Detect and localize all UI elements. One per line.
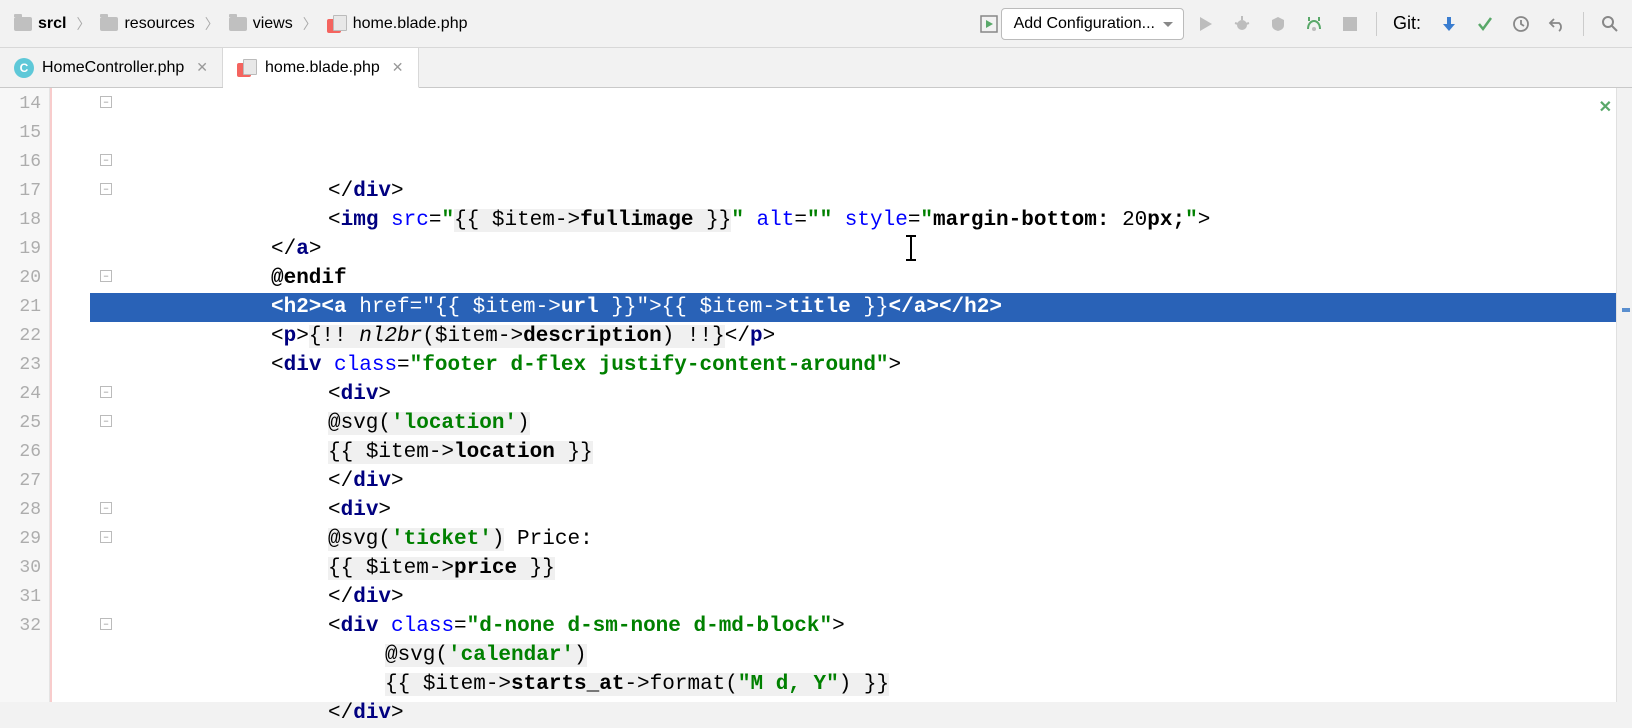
line-number[interactable]: 26 — [0, 438, 49, 467]
git-commit-icon[interactable] — [1471, 10, 1499, 38]
line-number[interactable]: 32 — [0, 612, 49, 641]
code-line[interactable]: @svg('location') — [90, 409, 1616, 438]
code-area[interactable]: ✕ </div><img src="{{ $item->fullimage }}… — [90, 88, 1616, 702]
close-icon[interactable]: ✕ — [392, 59, 404, 76]
line-number[interactable]: 23 — [0, 351, 49, 380]
code-line[interactable]: @svg('calendar') — [90, 641, 1616, 670]
breadcrumb-item[interactable]: home.blade.php — [321, 13, 474, 35]
line-number[interactable]: 14 — [0, 90, 49, 119]
line-number[interactable]: 20 — [0, 264, 49, 293]
code-line[interactable]: @endif — [90, 264, 1616, 293]
line-number[interactable]: 25 — [0, 409, 49, 438]
close-icon[interactable]: ✕ — [196, 59, 208, 76]
line-number[interactable]: 15 — [0, 119, 49, 148]
marks-column: −−−−−−−−−− — [50, 88, 90, 702]
code-editor: 14151617181920212223242526272829303132 −… — [0, 88, 1632, 702]
code-line[interactable]: {{ $item->starts_at->format("M d, Y") }} — [90, 670, 1616, 699]
folder-icon — [100, 17, 118, 31]
code-line[interactable]: {{ $item->location }} — [90, 438, 1616, 467]
breadcrumb-item[interactable]: views — [223, 13, 299, 35]
php-class-icon: C — [14, 58, 34, 78]
code-line[interactable]: <p>{!! nl2br($item->description) !!}</p> — [90, 322, 1616, 351]
code-line[interactable]: </div> — [90, 467, 1616, 496]
line-number[interactable]: 18 — [0, 206, 49, 235]
text-cursor — [910, 235, 912, 261]
code-line[interactable]: </div> — [90, 699, 1616, 728]
line-number[interactable]: 19 — [0, 235, 49, 264]
chevron-right-icon: 〉 — [205, 14, 219, 34]
code-line[interactable]: <div class="footer d-flex justify-conten… — [90, 351, 1616, 380]
code-line[interactable]: </a> — [90, 235, 1616, 264]
code-line[interactable]: <div> — [90, 496, 1616, 525]
editor-tabs: C HomeController.php ✕ home.blade.php ✕ — [0, 48, 1632, 88]
breadcrumb-label: views — [253, 15, 293, 33]
top-toolbar: srcl 〉 resources 〉 views 〉 home.blade.php Add … — [0, 0, 1632, 48]
code-line[interactable]: @svg('ticket') Price: — [90, 525, 1616, 554]
debug-icon[interactable] — [1228, 10, 1256, 38]
line-number[interactable]: 31 — [0, 583, 49, 612]
scrollbar[interactable] — [1616, 88, 1632, 702]
separator — [1583, 12, 1584, 36]
breadcrumb: srcl 〉 resources 〉 views 〉 home.blade.php — [8, 13, 474, 35]
code-line[interactable]: <h2><a href="{{ $item->url }}">{{ $item-… — [90, 293, 1616, 322]
code-line[interactable]: {{ $item->price }} — [90, 554, 1616, 583]
blade-file-icon — [327, 15, 347, 33]
breadcrumb-label: srcl — [38, 15, 66, 33]
toolbar-right: Add Configuration... Git: — [977, 8, 1624, 40]
code-line[interactable]: </div> — [90, 177, 1616, 206]
history-icon[interactable] — [1507, 10, 1535, 38]
breadcrumb-label: resources — [124, 15, 194, 33]
line-number[interactable]: 22 — [0, 322, 49, 351]
chevron-right-icon: 〉 — [76, 14, 90, 34]
tab-label: HomeController.php — [42, 59, 184, 77]
stop-icon[interactable] — [1336, 10, 1364, 38]
rollback-icon[interactable] — [1543, 10, 1571, 38]
folder-icon — [14, 17, 32, 31]
separator — [1376, 12, 1377, 36]
editor-tab[interactable]: C HomeController.php ✕ — [0, 48, 223, 87]
line-number[interactable]: 16 — [0, 148, 49, 177]
line-number[interactable]: 27 — [0, 467, 49, 496]
run-config-select[interactable]: Add Configuration... — [1001, 8, 1184, 40]
chevron-right-icon: 〉 — [303, 14, 317, 34]
git-label: Git: — [1393, 13, 1421, 34]
run-icon[interactable] — [1192, 10, 1220, 38]
git-update-icon[interactable] — [1435, 10, 1463, 38]
editor-tab[interactable]: home.blade.php ✕ — [223, 48, 419, 88]
line-number[interactable]: 24 — [0, 380, 49, 409]
breadcrumb-label: home.blade.php — [353, 15, 468, 33]
code-line[interactable]: <img src="{{ $item->fullimage }}" alt=""… — [90, 206, 1616, 235]
gutter[interactable]: 14151617181920212223242526272829303132 — [0, 88, 50, 702]
code-line[interactable]: <div class="d-none d-sm-none d-md-block"… — [90, 612, 1616, 641]
coverage-icon[interactable] — [1264, 10, 1292, 38]
line-number[interactable]: 30 — [0, 554, 49, 583]
search-icon[interactable] — [1596, 10, 1624, 38]
profile-icon[interactable] — [1300, 10, 1328, 38]
blade-file-icon — [237, 59, 257, 77]
line-number[interactable]: 29 — [0, 525, 49, 554]
inspection-close-icon[interactable]: ✕ — [1599, 94, 1612, 123]
folder-icon — [229, 17, 247, 31]
run-target-icon[interactable] — [977, 12, 1001, 36]
code-line[interactable]: </div> — [90, 583, 1616, 612]
breadcrumb-item[interactable]: srcl — [8, 13, 72, 35]
line-number[interactable]: 28 — [0, 496, 49, 525]
tab-label: home.blade.php — [265, 59, 380, 77]
line-number[interactable]: 17 — [0, 177, 49, 206]
breadcrumb-item[interactable]: resources — [94, 13, 200, 35]
code-line[interactable]: <div> — [90, 380, 1616, 409]
line-number[interactable]: 21 — [0, 293, 49, 322]
